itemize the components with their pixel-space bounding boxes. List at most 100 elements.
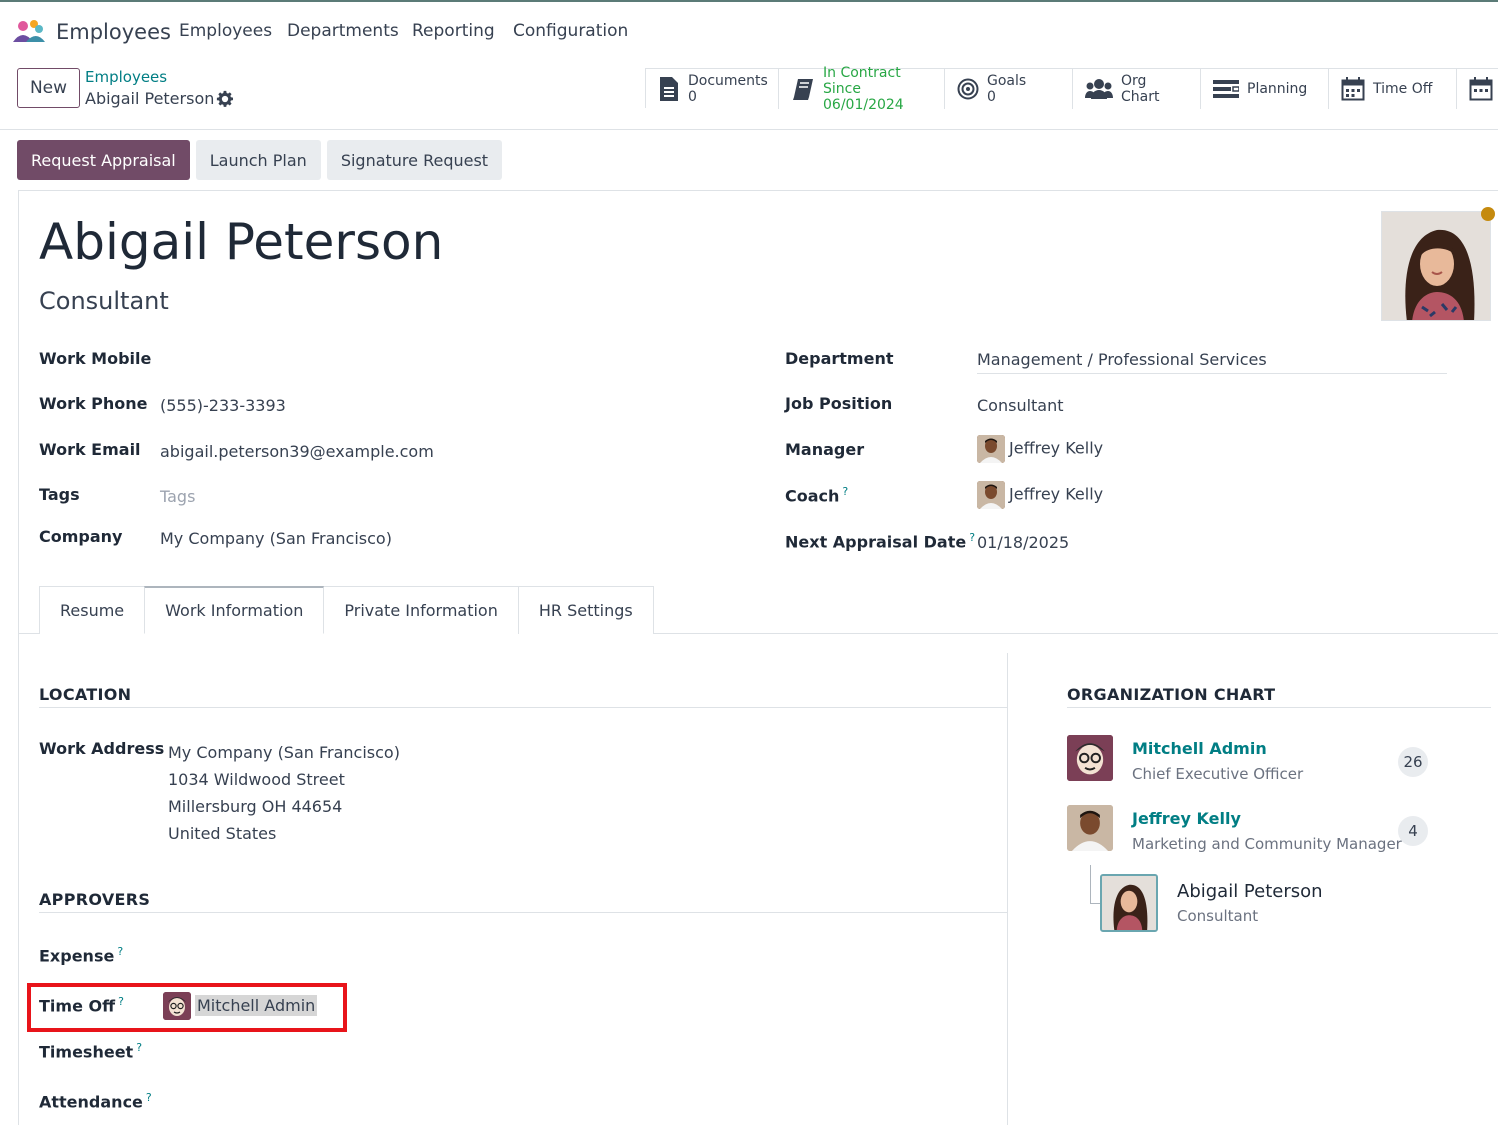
time-off-approver-label: Time Off? <box>39 995 124 1015</box>
top-navbar: Employees Employees Departments Reportin… <box>0 0 1498 60</box>
time-off-smart-button[interactable]: Time Off <box>1329 69 1457 109</box>
documents-count: 0 <box>688 89 697 105</box>
coach-field[interactable]: Jeffrey Kelly <box>977 481 1103 509</box>
goals-smart-button[interactable]: Goals 0 <box>945 69 1073 109</box>
org-name-self: Abigail Peterson <box>1177 881 1323 902</box>
form-sheet: Abigail Peterson Consultant Work Mobile … <box>18 190 1498 1125</box>
next-appraisal-date-field[interactable]: 01/18/2025 <box>977 533 1069 552</box>
app-name[interactable]: Employees <box>56 20 171 44</box>
next-appraisal-label: Next Appraisal Date? <box>785 531 975 551</box>
org-avatar-mitchell-admin[interactable] <box>1067 735 1113 781</box>
form-tabs: Resume Work Information Private Informat… <box>39 586 654 634</box>
time-off-approver-field[interactable]: Mitchell Admin <box>163 992 318 1020</box>
org-chart-smart-button[interactable]: Org Chart <box>1073 69 1201 109</box>
tab-work-information[interactable]: Work Information <box>144 586 325 634</box>
mitchell-admin-avatar <box>163 992 191 1020</box>
coach-help-icon[interactable]: ? <box>842 485 848 498</box>
work-mobile-label: Work Mobile <box>39 349 152 368</box>
attendance-label-text: Attendance <box>39 1092 143 1112</box>
goals-label: Goals <box>987 73 1027 89</box>
breadcrumb-employees[interactable]: Employees <box>85 68 167 86</box>
menu-departments[interactable]: Departments <box>287 21 399 41</box>
org-title-mitchell-admin: Chief Executive Officer <box>1132 765 1304 783</box>
expense-help-icon[interactable]: ? <box>117 945 123 958</box>
org-count-badge[interactable]: 26 <box>1398 747 1428 777</box>
location-section-title: LOCATION <box>39 685 132 704</box>
time-off-help-icon[interactable]: ? <box>118 995 124 1008</box>
column-divider <box>1007 653 1008 1125</box>
employee-name[interactable]: Abigail Peterson <box>39 213 443 271</box>
timesheet-label-text: Timesheet <box>39 1042 134 1062</box>
department-label: Department <box>785 349 894 368</box>
launch-plan-button[interactable]: Launch Plan <box>195 140 321 180</box>
org-connector <box>1090 903 1100 904</box>
address-line: Millersburg OH 44654 <box>168 797 343 816</box>
company-field[interactable]: My Company (San Francisco) <box>160 529 392 548</box>
org-chart-section-title: ORGANIZATION CHART <box>1067 685 1276 704</box>
org-avatar-jeffrey-kelly[interactable] <box>1067 805 1113 851</box>
coach-label: Coach? <box>785 485 848 505</box>
work-email-label: Work Email <box>39 440 141 459</box>
menu-configuration[interactable]: Configuration <box>513 21 628 41</box>
work-email-field[interactable]: abigail.peterson39@example.com <box>160 442 434 461</box>
tags-input[interactable]: Tags <box>160 487 195 506</box>
org-name-jeffrey-kelly[interactable]: Jeffrey Kelly <box>1132 809 1241 828</box>
time-off-label: Time Off <box>1373 81 1433 97</box>
users-icon <box>1085 79 1113 99</box>
request-appraisal-button[interactable]: Request Appraisal <box>17 140 190 180</box>
location-divider <box>39 707 1007 708</box>
work-address-field[interactable]: My Company (San Francisco) 1034 Wildwood… <box>168 739 400 847</box>
action-bar: Request Appraisal Launch Plan Signature … <box>17 140 503 180</box>
tab-resume[interactable]: Resume <box>39 586 146 634</box>
signature-request-button[interactable]: Signature Request <box>326 140 503 180</box>
target-icon <box>957 78 979 100</box>
attendance-approver-label: Attendance? <box>39 1091 152 1111</box>
documents-label: Documents <box>688 73 768 89</box>
org-count-badge[interactable]: 4 <box>1398 816 1428 846</box>
timesheet-help-icon[interactable]: ? <box>136 1041 142 1054</box>
new-button[interactable]: New <box>17 68 80 108</box>
work-phone-field[interactable]: (555)-233-3393 <box>160 396 286 415</box>
calendar-icon <box>1341 77 1365 101</box>
more-smart-button[interactable] <box>1457 69 1498 109</box>
job-position-field[interactable]: Consultant <box>977 396 1064 415</box>
org-chart-label: Org Chart <box>1121 73 1160 105</box>
documents-smart-button[interactable]: Documents 0 <box>646 69 779 109</box>
goals-count: 0 <box>987 89 996 105</box>
org-name-mitchell-admin[interactable]: Mitchell Admin <box>1132 739 1267 758</box>
time-off-label-text: Time Off <box>39 996 116 1016</box>
tab-private-information[interactable]: Private Information <box>323 586 519 634</box>
expense-label-text: Expense <box>39 946 115 966</box>
approvers-divider <box>39 912 1007 913</box>
address-line: 1034 Wildwood Street <box>168 770 345 789</box>
coach-avatar <box>977 481 1005 509</box>
attendance-help-icon[interactable]: ? <box>146 1091 152 1104</box>
employee-photo[interactable] <box>1381 211 1491 321</box>
employees-app-icon[interactable] <box>12 18 46 44</box>
contract-date: 06/01/2024 <box>823 97 904 113</box>
job-position-label: Job Position <box>785 394 893 413</box>
calendar-icon <box>1469 77 1493 101</box>
approvers-section-title: APPROVERS <box>39 890 151 909</box>
manager-field[interactable]: Jeffrey Kelly <box>977 435 1103 463</box>
department-field[interactable]: Management / Professional Services <box>977 350 1447 374</box>
work-phone-label: Work Phone <box>39 394 148 413</box>
next-appraisal-help-icon[interactable]: ? <box>969 531 975 544</box>
org-connector <box>1090 865 1091 903</box>
menu-reporting[interactable]: Reporting <box>412 21 495 41</box>
menu-employees[interactable]: Employees <box>179 21 272 41</box>
coach-name: Jeffrey Kelly <box>1009 484 1104 504</box>
address-line[interactable]: My Company (San Francisco) <box>168 739 400 766</box>
smart-buttons: Documents 0 In Contract Since 06/01/2024 G… <box>645 65 1498 113</box>
tab-hr-settings[interactable]: HR Settings <box>517 586 654 634</box>
org-avatar-self[interactable] <box>1100 874 1158 932</box>
gear-icon[interactable] <box>216 90 234 108</box>
contract-smart-button[interactable]: In Contract Since 06/01/2024 <box>779 65 945 113</box>
manager-name: Jeffrey Kelly <box>1009 438 1104 458</box>
employee-job-title[interactable]: Consultant <box>39 287 169 315</box>
planning-icon <box>1213 80 1239 98</box>
breadcrumb-current: Abigail Peterson <box>85 89 215 108</box>
company-label: Company <box>39 527 123 546</box>
planning-smart-button[interactable]: Planning <box>1201 69 1329 109</box>
org-chart-divider <box>1067 707 1491 708</box>
